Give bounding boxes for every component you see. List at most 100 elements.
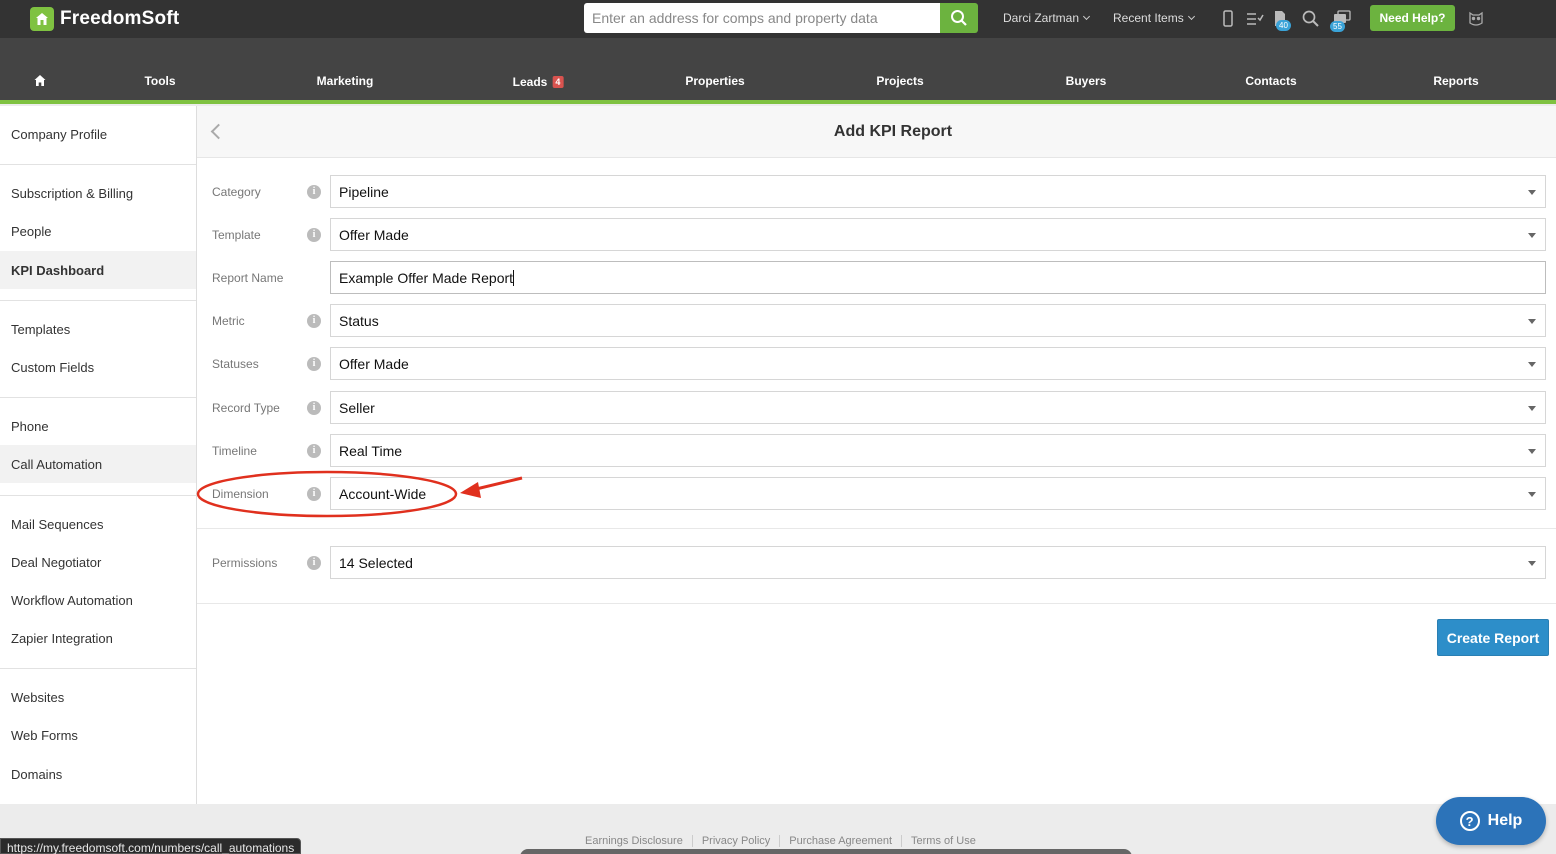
metric-value: Status	[339, 312, 379, 329]
help-button[interactable]: ? Help	[1436, 797, 1546, 845]
text-cursor	[513, 269, 515, 286]
sidebar-item-mail-sequences[interactable]: Mail Sequences	[0, 505, 196, 543]
sidebar-item-people[interactable]: People	[0, 212, 196, 250]
leads-count-badge: 4	[552, 76, 564, 88]
page-header: Add KPI Report	[197, 106, 1556, 158]
timeline-value: Real Time	[339, 442, 403, 459]
nav-projects-label: Projects	[876, 74, 924, 88]
footer-links: Earnings Disclosure Privacy Policy Purch…	[576, 835, 985, 847]
nav-leads-label: Leads	[512, 75, 548, 89]
question-icon: ?	[1459, 811, 1480, 831]
nav-properties-label: Properties	[685, 74, 745, 88]
sidebar-item-zapier-integration[interactable]: Zapier Integration	[0, 619, 196, 657]
footer-link-purchase-agreement[interactable]: Purchase Agreement	[779, 835, 901, 847]
nav-contacts[interactable]: Contacts	[1245, 74, 1296, 88]
search-button[interactable]	[940, 3, 978, 33]
permissions-select[interactable]: 14 Selected	[330, 546, 1546, 579]
sidebar-divider	[0, 300, 196, 301]
page-title: Add KPI Report	[833, 123, 953, 140]
main-nav: Tools Marketing Leads 4 Properties Proje…	[0, 38, 1556, 104]
logo[interactable]: FreedomSoft	[30, 6, 179, 32]
sidebar-divider	[0, 397, 196, 398]
task-list-icon[interactable]	[1246, 10, 1264, 28]
recent-items-label: Recent Items	[1113, 11, 1184, 25]
user-menu[interactable]: Darci Zartman	[1003, 11, 1091, 25]
dimension-value: Account-Wide	[339, 485, 427, 502]
info-icon[interactable]: i	[307, 487, 321, 501]
dropdown-caret-icon	[1528, 561, 1536, 566]
need-help-button[interactable]: Need Help?	[1370, 5, 1455, 31]
timeline-select[interactable]: Real Time	[330, 434, 1546, 467]
dropdown-caret-icon	[1528, 449, 1536, 454]
info-icon[interactable]: i	[307, 444, 321, 458]
sidebar-item-templates[interactable]: Templates	[0, 310, 196, 348]
footer-link-privacy-policy[interactable]: Privacy Policy	[691, 835, 779, 847]
sidebar-item-web-forms[interactable]: Web Forms	[0, 716, 196, 754]
top-bar: FreedomSoft Darci Zartman Recent Items 4…	[0, 0, 1556, 38]
sidebar-item-domains[interactable]: Domains	[0, 755, 196, 793]
record-type-label: Record Type	[212, 401, 280, 415]
nav-marketing[interactable]: Marketing	[317, 74, 374, 88]
nav-tools[interactable]: Tools	[144, 74, 175, 88]
messages-icon[interactable]: 55	[1330, 10, 1351, 32]
recent-items-menu[interactable]: Recent Items	[1113, 11, 1195, 25]
info-icon[interactable]: i	[307, 228, 321, 242]
home-icon	[34, 75, 46, 86]
main-content: Add KPI Report Category i Pipeline Templ…	[197, 106, 1556, 804]
footer-link-earnings-disclosure[interactable]: Earnings Disclosure	[576, 835, 692, 847]
document-badge: 40	[1276, 20, 1291, 31]
sidebar-item-custom-fields[interactable]: Custom Fields	[0, 348, 196, 386]
dimension-select[interactable]: Account-Wide	[330, 477, 1546, 510]
footer-bar	[520, 849, 1132, 854]
create-report-button[interactable]: Create Report	[1437, 619, 1549, 656]
nav-projects[interactable]: Projects	[876, 74, 923, 88]
owl-icon[interactable]	[1467, 10, 1485, 28]
nav-buyers-label: Buyers	[1065, 74, 1107, 88]
info-icon[interactable]: i	[307, 401, 321, 415]
search-icon	[951, 10, 967, 26]
metric-label: Metric	[212, 314, 245, 328]
info-icon[interactable]: i	[307, 357, 321, 371]
timeline-label: Timeline	[212, 444, 257, 458]
address-search-input[interactable]	[584, 3, 940, 33]
nav-reports[interactable]: Reports	[1433, 74, 1478, 88]
dropdown-caret-icon	[1528, 362, 1536, 367]
category-select[interactable]: Pipeline	[330, 175, 1546, 208]
dropdown-caret-icon	[1528, 406, 1536, 411]
sidebar-item-phone[interactable]: Phone	[0, 407, 196, 445]
property-search-icon[interactable]	[1302, 10, 1320, 28]
dropdown-caret-icon	[1528, 492, 1536, 497]
sidebar-item-company-profile[interactable]: Company Profile	[0, 115, 196, 153]
nav-home[interactable]	[34, 74, 47, 87]
info-icon[interactable]: i	[307, 556, 321, 570]
sidebar-item-websites[interactable]: Websites	[0, 678, 196, 716]
record-type-select[interactable]: Seller	[330, 391, 1546, 424]
nav-reports-label: Reports	[1433, 74, 1479, 88]
info-icon[interactable]: i	[307, 185, 321, 199]
nav-properties[interactable]: Properties	[685, 74, 744, 88]
sidebar-item-call-automation[interactable]: Call Automation	[0, 445, 196, 483]
info-icon[interactable]: i	[307, 314, 321, 328]
sidebar-divider	[0, 668, 196, 669]
document-icon[interactable]: 40	[1272, 10, 1291, 31]
nav-buyers[interactable]: Buyers	[1066, 74, 1107, 88]
sidebar-item-workflow-automation[interactable]: Workflow Automation	[0, 581, 196, 619]
metric-select[interactable]: Status	[330, 304, 1546, 337]
category-label: Category	[212, 185, 261, 199]
template-value: Offer Made	[339, 226, 409, 243]
report-name-input[interactable]: Example Offer Made Report	[330, 261, 1546, 294]
footer-link-terms-of-use[interactable]: Terms of Use	[901, 835, 985, 847]
template-select[interactable]: Offer Made	[330, 218, 1546, 251]
settings-sidebar: Company Profile Subscription & Billing P…	[0, 106, 197, 804]
sidebar-item-subscription-billing[interactable]: Subscription & Billing	[0, 174, 196, 212]
sidebar-item-kpi-dashboard[interactable]: KPI Dashboard	[0, 251, 196, 289]
record-type-value: Seller	[339, 399, 375, 416]
sidebar-item-deal-negotiator[interactable]: Deal Negotiator	[0, 543, 196, 581]
chevron-down-icon	[1082, 12, 1091, 21]
statuses-select[interactable]: Offer Made	[330, 347, 1546, 380]
mobile-phone-icon[interactable]	[1221, 10, 1239, 28]
user-name: Darci Zartman	[1003, 11, 1080, 25]
chevron-down-icon	[1187, 12, 1195, 21]
nav-leads[interactable]: Leads 4	[513, 75, 564, 89]
house-logo-icon	[30, 7, 54, 31]
